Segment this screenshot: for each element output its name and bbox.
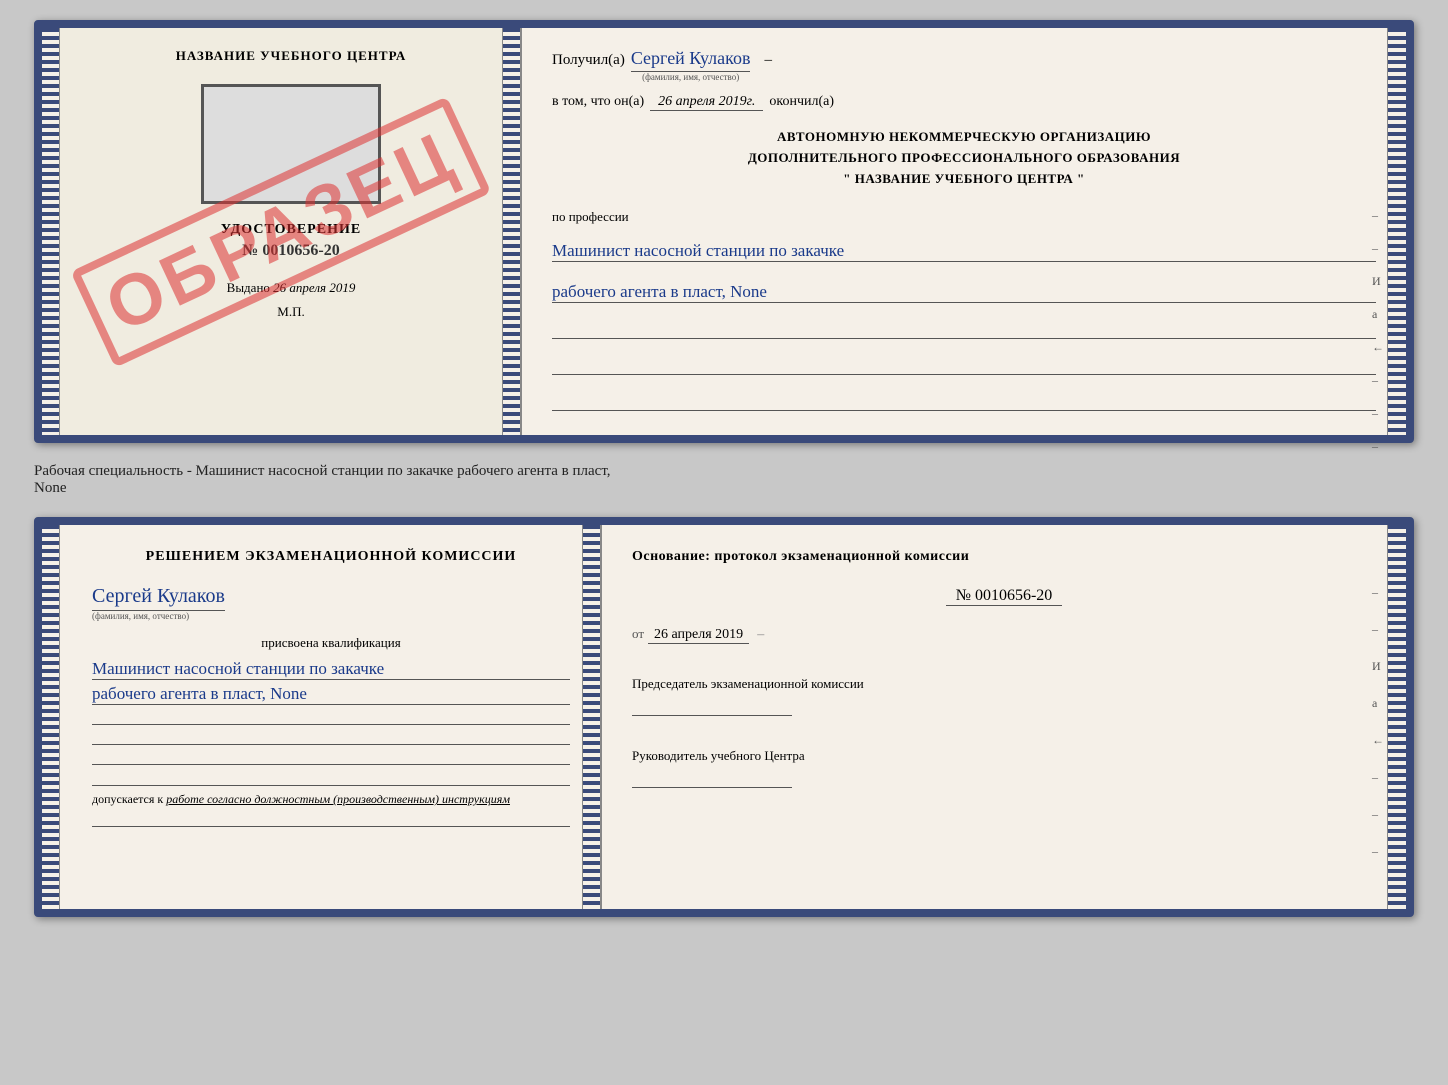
okonchil-label: окончил(а)	[769, 94, 834, 110]
bottom-document: Решением экзаменационной комиссии Сергей…	[34, 517, 1414, 917]
bottom-person-name: Сергей Кулаков	[92, 585, 225, 611]
vydano-row: Выдано 26 апреля 2019	[227, 260, 356, 296]
left-decorative-stripe	[42, 28, 60, 435]
dash-line-3	[552, 395, 1376, 411]
right-stripe-of-left	[502, 28, 520, 435]
bottom-doc-left: Решением экзаменационной комиссии Сергей…	[42, 525, 602, 909]
between-text-main: Рабочая специальность - Машинист насосно…	[34, 463, 611, 479]
bottom-dash-2	[92, 729, 570, 745]
between-text-2: None	[34, 480, 67, 496]
bottom-doc-right: Основание: протокол экзаменационной коми…	[602, 525, 1406, 909]
between-text: Рабочая специальность - Машинист насосно…	[34, 459, 1414, 501]
bottom-dash-3	[92, 749, 570, 765]
bottom-left-right-stripe	[582, 525, 600, 909]
dopuskaetsya-prefix: допускается к	[92, 792, 163, 806]
vtom-label: в том, что он(а)	[552, 94, 644, 110]
dash-line-1	[552, 323, 1376, 339]
top-doc-right: Получил(а) Сергей Кулаков (фамилия, имя,…	[522, 28, 1406, 435]
dopuskaetsya-block: допускается к работе согласно должностны…	[92, 785, 570, 807]
rukovoditel-block: Руководитель учебного Центра	[632, 748, 1376, 788]
cert-number: № 0010656-20	[242, 242, 339, 260]
bottom-dash-1	[92, 709, 570, 725]
name-hint: (фамилия, имя, отчество)	[642, 72, 739, 82]
predsedatel-label: Председатель экзаменационной комиссии	[632, 676, 1376, 692]
vydano-date: 26 апреля 2019	[273, 280, 355, 295]
bottom-left-stripe	[42, 525, 60, 909]
top-left-title: НАЗВАНИЕ УЧЕБНОГО ЦЕНТРА	[176, 48, 407, 64]
ot-label: от	[632, 626, 644, 642]
ot-row: от 26 апреля 2019 –	[632, 626, 1376, 644]
org-block: АВТОНОМНУЮ НЕКОММЕРЧЕСКУЮ ОРГАНИЗАЦИЮ ДО…	[552, 127, 1376, 189]
vtom-row: в том, что он(а) 26 апреля 2019г. окончи…	[552, 94, 1376, 111]
bottom-side-markers: – – И а ← – – –	[1372, 585, 1384, 859]
vydano-label: Выдано	[227, 280, 270, 295]
poluchil-row: Получил(а) Сергей Кулаков (фамилия, имя,…	[552, 48, 1376, 82]
bottom-profession-line1: Машинист насосной станции по закачке	[92, 659, 570, 680]
org-line1: АВТОНОМНУЮ НЕКОММЕРЧЕСКУЮ ОРГАНИЗАЦИЮ	[552, 127, 1376, 148]
cert-label: УДОСТОВЕРЕНИЕ	[221, 222, 361, 238]
predsedatel-block: Председатель экзаменационной комиссии	[632, 676, 1376, 716]
profession-line1: Машинист насосной станции по закачке	[552, 241, 1376, 262]
profession-line2: рабочего агента в пласт, None	[552, 282, 1376, 303]
top-doc-left: НАЗВАНИЕ УЧЕБНОГО ЦЕНТРА ОБРАЗЕЦ УДОСТОВ…	[42, 28, 522, 435]
rukovoditel-signature-line	[632, 768, 792, 788]
org-line2: ДОПОЛНИТЕЛЬНОГО ПРОФЕССИОНАЛЬНОГО ОБРАЗО…	[552, 148, 1376, 169]
photo-placeholder	[201, 84, 381, 204]
poluchil-label: Получил(а)	[552, 52, 625, 69]
ot-date-value: 26 апреля 2019	[648, 627, 749, 644]
rukovoditel-label: Руководитель учебного Центра	[632, 748, 1376, 764]
predsedatel-signature-line	[632, 696, 792, 716]
prisvoyena-label: присвоена квалификация	[92, 635, 570, 651]
bottom-name-hint: (фамилия, имя, отчество)	[92, 611, 189, 621]
side-markers: – – И а ← – – –	[1372, 208, 1384, 454]
vtom-date: 26 апреля 2019г.	[650, 94, 763, 111]
osnov-label: Основание: протокол экзаменационной коми…	[632, 549, 1376, 565]
top-document: НАЗВАНИЕ УЧЕБНОГО ЦЕНТРА ОБРАЗЕЦ УДОСТОВ…	[34, 20, 1414, 443]
mp-label: М.П.	[277, 304, 304, 320]
resheniem-label: Решением экзаменационной комиссии	[92, 549, 570, 565]
po-professii-label: по профессии	[552, 209, 1376, 225]
dopuskaetsya-text: работе согласно должностным (производств…	[166, 792, 510, 806]
dash-line-2	[552, 359, 1376, 375]
bottom-dash-4	[92, 811, 570, 827]
bottom-profession-line2: рабочего агента в пласт, None	[92, 684, 570, 705]
protocol-number: № 0010656-20	[946, 587, 1063, 606]
org-line3: " НАЗВАНИЕ УЧЕБНОГО ЦЕНТРА "	[552, 169, 1376, 190]
recipient-name: Сергей Кулаков	[631, 48, 751, 72]
